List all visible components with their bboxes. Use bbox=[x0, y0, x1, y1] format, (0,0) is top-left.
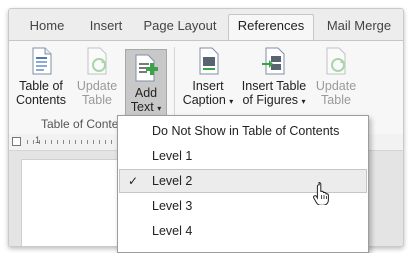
toc-label-1: Table of bbox=[19, 79, 63, 93]
update-table-icon bbox=[321, 46, 351, 76]
add-text-label-2: Text ▾ bbox=[130, 100, 162, 114]
menu-item-level-4[interactable]: Level 4 bbox=[119, 219, 367, 243]
update-table2-label-1: Update bbox=[315, 79, 357, 93]
chevron-down-icon: ▾ bbox=[157, 104, 162, 113]
menu-item-label: Level 1 bbox=[152, 149, 193, 163]
insert-tof-label-2: of Figures ▾ bbox=[242, 93, 306, 107]
update-table-label-2: Table bbox=[82, 93, 112, 107]
insert-tof-label-1: Insert Table bbox=[241, 79, 307, 93]
chevron-down-icon: ▾ bbox=[229, 97, 234, 106]
tab-page-layout[interactable]: Page Layout bbox=[137, 16, 223, 40]
insert-table-of-figures-icon bbox=[259, 46, 289, 76]
hand-pointer-cursor-icon bbox=[313, 181, 329, 205]
add-text-icon bbox=[131, 53, 161, 83]
table-of-contents-button[interactable]: Table of Contents bbox=[12, 43, 70, 113]
update-table2-label-2: Table bbox=[321, 93, 351, 107]
menu-item-level-1[interactable]: Level 1 bbox=[119, 144, 367, 168]
tab-insert[interactable]: Insert bbox=[81, 16, 131, 40]
update-table-label-1: Update bbox=[76, 79, 118, 93]
tab-home[interactable]: Home bbox=[18, 16, 76, 40]
ruler-number: 1 bbox=[35, 135, 41, 145]
chevron-down-icon: ▾ bbox=[301, 97, 306, 106]
checkmark-icon: ✓ bbox=[128, 174, 139, 188]
insert-caption-button[interactable]: Insert Caption ▾ bbox=[180, 43, 236, 113]
insert-caption-label-1: Insert bbox=[192, 79, 224, 93]
menu-item-label: Do Not Show in Table of Contents bbox=[152, 124, 340, 138]
tab-references[interactable]: References bbox=[228, 14, 314, 42]
update-table-of-figures-button[interactable]: Update Table bbox=[312, 43, 360, 113]
tab-stop-selector[interactable] bbox=[12, 137, 21, 146]
menu-item-label: Level 3 bbox=[152, 199, 193, 213]
insert-table-of-figures-button[interactable]: Insert Table of Figures ▾ bbox=[238, 43, 310, 113]
tab-mail-merge[interactable]: Mail Merge bbox=[317, 16, 401, 40]
insert-caption-icon bbox=[193, 46, 223, 76]
menu-item-do-not-show[interactable]: Do Not Show in Table of Contents bbox=[119, 119, 367, 143]
update-table-button[interactable]: Update Table bbox=[72, 43, 122, 113]
table-of-contents-icon bbox=[26, 46, 56, 76]
add-text-dropdown-menu: Do Not Show in Table of Contents Level 1… bbox=[117, 115, 369, 253]
toc-label-2: Contents bbox=[15, 93, 67, 107]
update-table-icon bbox=[82, 46, 112, 76]
menu-item-label: Level 2 bbox=[152, 174, 193, 188]
add-text-label-1: Add bbox=[134, 86, 158, 100]
ribbon-tab-strip: Home Insert Page Layout References Mail … bbox=[9, 9, 403, 42]
ruler-ticks bbox=[27, 140, 117, 144]
menu-item-label: Level 4 bbox=[152, 224, 193, 238]
insert-caption-label-2: Caption ▾ bbox=[182, 93, 234, 107]
